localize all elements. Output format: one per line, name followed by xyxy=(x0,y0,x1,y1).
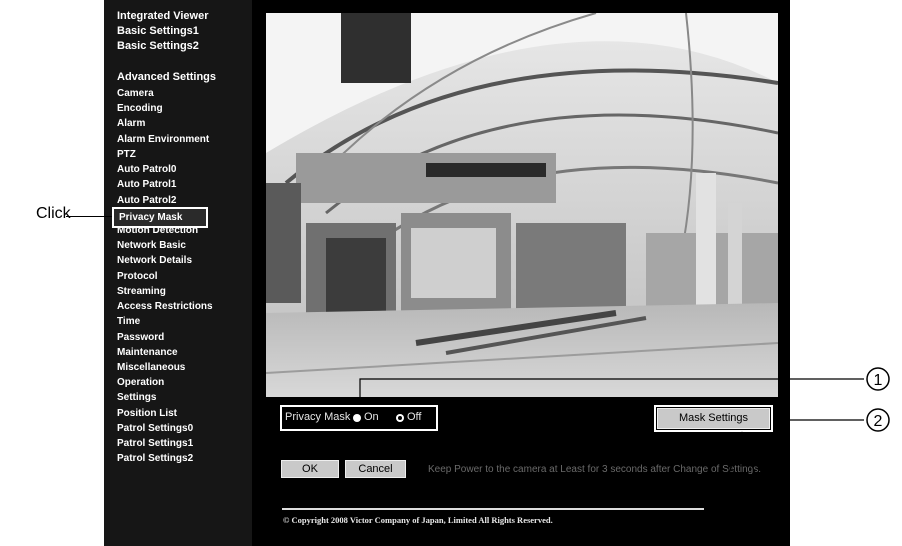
callout-overlay: 1 2 xyxy=(359,367,890,546)
pointer-line-left xyxy=(705,431,743,546)
pointer-line-right xyxy=(741,431,778,546)
callout-1-number: 1 xyxy=(874,372,883,389)
callout-1-line xyxy=(359,378,864,404)
callout-2-number: 2 xyxy=(874,413,883,430)
